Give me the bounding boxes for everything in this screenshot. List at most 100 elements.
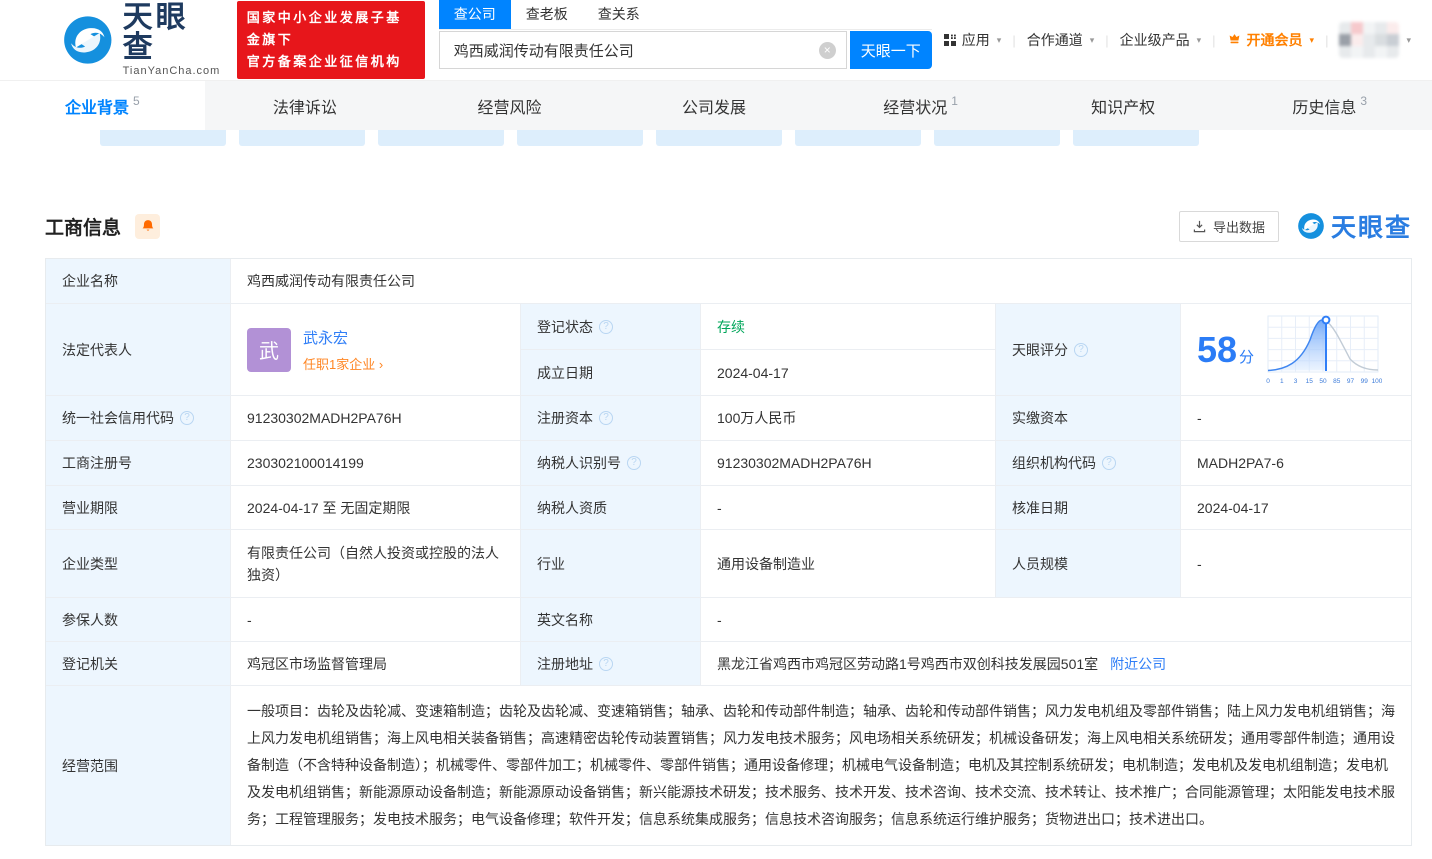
- establish-date-value: 2024-04-17: [701, 350, 996, 396]
- legal-rep-avatar[interactable]: 武: [247, 327, 291, 372]
- chevron-down-icon: ▾: [1089, 34, 1095, 45]
- help-icon[interactable]: ?: [599, 656, 613, 671]
- org-code-label: 组织机构代码?: [996, 441, 1181, 486]
- reg-capital-value: 100万人民币: [701, 396, 996, 441]
- industry-value: 通用设备制造业: [701, 530, 996, 598]
- badge-line1: 国家中小企业发展子基金旗下: [246, 10, 402, 47]
- search-input-value: 鸡西威润传动有限责任公司: [453, 42, 634, 60]
- taxpayer-quality-label: 纳税人资质: [521, 486, 701, 530]
- tab-operation-risk[interactable]: 经营风险: [409, 81, 614, 130]
- staff-size-label: 人员规模: [996, 530, 1181, 598]
- score-label: 天眼评分 ?: [996, 304, 1181, 396]
- staff-size-value: -: [1181, 530, 1411, 598]
- address-label: 注册地址?: [521, 642, 701, 686]
- business-scope-label: 经营范围: [46, 686, 231, 845]
- subnav-chip[interactable]: [656, 130, 782, 146]
- clear-search-icon[interactable]: ×: [818, 41, 836, 59]
- company-name-value: 鸡西威润传动有限责任公司: [231, 259, 1411, 304]
- svg-text:3: 3: [1294, 378, 1298, 385]
- score-number: 58: [1197, 328, 1238, 370]
- svg-text:100: 100: [1372, 378, 1382, 385]
- business-info-section-head: 工商信息 导出数据 天眼查: [45, 208, 1412, 244]
- subnav-chip[interactable]: [517, 130, 643, 146]
- tab-legal-proceedings[interactable]: 法律诉讼: [205, 81, 410, 130]
- subnav-chip[interactable]: [795, 130, 921, 146]
- credit-code-label: 统一社会信用代码?: [46, 396, 231, 441]
- business-term-value: 2024-04-17 至 无固定期限: [231, 486, 521, 530]
- gov-certification-badge: 国家中小企业发展子基金旗下 官方备案企业征信机构: [236, 1, 425, 79]
- approval-date-label: 核准日期: [996, 486, 1181, 530]
- monitor-bell-button[interactable]: [135, 213, 161, 239]
- taxpayer-id-label: 纳税人识别号?: [521, 441, 701, 486]
- tab-company-development[interactable]: 公司发展: [614, 81, 819, 130]
- reg-status-value: 存续: [701, 304, 996, 350]
- site-logo[interactable]: 天眼查 TianYanCha.com: [62, 3, 221, 77]
- nearby-companies-link[interactable]: 附近公司: [1110, 654, 1166, 674]
- help-icon[interactable]: ?: [599, 319, 613, 334]
- export-data-button[interactable]: 导出数据: [1178, 210, 1279, 242]
- top-bar: 天眼查 TianYanCha.com 国家中小企业发展子基金旗下 官方备案企业征…: [0, 0, 1432, 80]
- legal-rep-value: 武 武永宏 任职1家企业 ›: [231, 304, 521, 396]
- english-name-label: 英文名称: [521, 598, 701, 642]
- company-profile-tabs: 企业背景 5 法律诉讼 经营风险 公司发展 经营状况 1 知识产权 历史信息 3: [0, 80, 1432, 130]
- chevron-down-icon: ▾: [1406, 34, 1411, 45]
- business-term-label: 营业期限: [46, 486, 231, 530]
- svg-text:99: 99: [1361, 378, 1369, 385]
- nav-open-vip[interactable]: 开通会员 ▾: [1216, 30, 1326, 50]
- apps-grid-icon: [943, 34, 956, 46]
- paid-capital-label: 实缴资本: [996, 396, 1181, 441]
- paid-capital-value: -: [1181, 396, 1411, 441]
- svg-text:85: 85: [1333, 378, 1341, 385]
- reg-authority-value: 鸡冠区市场监督管理局: [231, 642, 521, 686]
- svg-text:97: 97: [1347, 378, 1355, 385]
- help-icon[interactable]: ?: [1102, 456, 1116, 470]
- chevron-down-icon: ▾: [1196, 34, 1202, 45]
- legal-rep-label: 法定代表人: [46, 304, 231, 396]
- subnav-chip[interactable]: [934, 130, 1060, 146]
- nav-partner-channel[interactable]: 合作通道 ▾: [1016, 30, 1106, 50]
- business-info-table: 企业名称 鸡西威润传动有限责任公司 法定代表人 武 武永宏 任职1家企业 › 登…: [45, 258, 1412, 846]
- business-scope-value: 一般项目：齿轮及齿轮减、变速箱制造；齿轮及齿轮减、变速箱销售；轴承、齿轮和传动部…: [231, 686, 1411, 845]
- help-icon[interactable]: ?: [599, 411, 613, 425]
- chevron-down-icon: ▾: [996, 34, 1002, 45]
- legal-rep-companies-link[interactable]: 任职1家企业 ›: [303, 354, 383, 373]
- industry-label: 行业: [521, 530, 701, 598]
- svg-text:50: 50: [1319, 378, 1327, 385]
- help-icon[interactable]: ?: [1074, 342, 1088, 357]
- badge-line2: 官方备案企业征信机构: [246, 54, 402, 69]
- nav-apps[interactable]: 应用 ▾: [932, 30, 1013, 50]
- search-tab-relation[interactable]: 查关系: [583, 0, 655, 29]
- company-type-label: 企业类型: [46, 530, 231, 598]
- subnav-chip[interactable]: [378, 130, 504, 146]
- top-navigation: 应用 ▾ | 合作通道 ▾ | 企业级产品 ▾ | 开通会员 ▾ | ▾: [932, 22, 1422, 58]
- help-icon[interactable]: ?: [180, 411, 194, 425]
- svg-text:0: 0: [1266, 378, 1270, 385]
- section-title: 工商信息: [45, 217, 122, 239]
- svg-text:1: 1: [1280, 378, 1284, 385]
- reg-capital-label: 注册资本?: [521, 396, 701, 441]
- legal-rep-name-link[interactable]: 武永宏: [303, 330, 348, 347]
- help-icon[interactable]: ?: [627, 456, 641, 470]
- user-account[interactable]: ▾: [1328, 22, 1422, 58]
- address-value: 黑龙江省鸡西市鸡冠区劳动路1号鸡西市双创科技发展园501室 附近公司: [701, 642, 1411, 686]
- search-tabs: 查公司 查老板 查关系: [438, 0, 932, 30]
- search-button[interactable]: 天眼一下: [849, 31, 932, 69]
- subnav-chip[interactable]: [1073, 130, 1199, 146]
- search-input[interactable]: 鸡西威润传动有限责任公司 ×: [438, 31, 847, 69]
- search-tab-boss[interactable]: 查老板: [511, 0, 583, 29]
- tab-intellectual-property[interactable]: 知识产权: [1023, 81, 1228, 130]
- search-tab-company[interactable]: 查公司: [438, 0, 511, 29]
- logo-subtitle: TianYanCha.com: [122, 65, 221, 77]
- tab-history-info[interactable]: 历史信息 3: [1227, 81, 1432, 130]
- insured-count-label: 参保人数: [46, 598, 231, 642]
- nav-enterprise-products[interactable]: 企业级产品 ▾: [1109, 30, 1213, 50]
- tianyancha-swirl-icon: [1298, 213, 1324, 239]
- tab-operating-status[interactable]: 经营状况 1: [818, 81, 1023, 130]
- tab-business-background[interactable]: 企业背景 5: [0, 81, 205, 130]
- user-avatar-blurred: [1339, 22, 1400, 58]
- reg-number-value: 230302100014199: [231, 441, 521, 486]
- chevron-down-icon: ▾: [1309, 34, 1315, 45]
- company-type-value: 有限责任公司（自然人投资或控股的法人独资）: [231, 530, 521, 598]
- subnav-chip[interactable]: [239, 130, 365, 146]
- subnav-chip[interactable]: [100, 130, 226, 146]
